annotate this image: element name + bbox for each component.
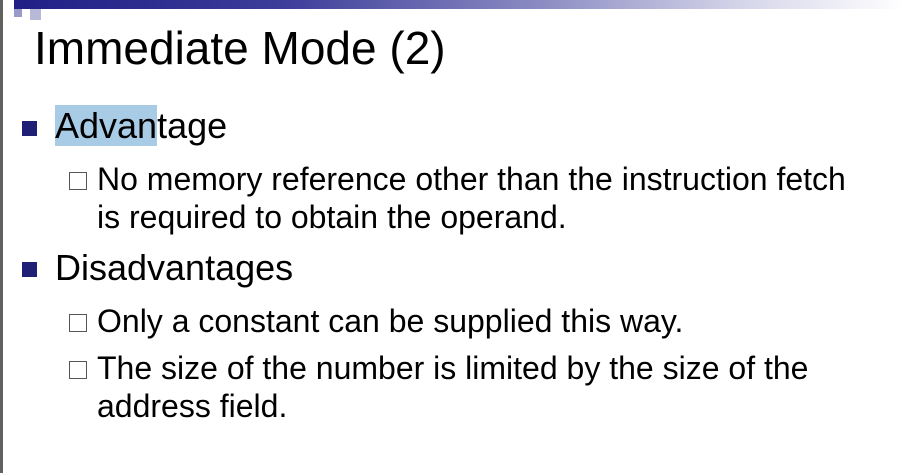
selected-text[interactable]: Advan — [55, 105, 158, 146]
bullet-label: Disadvantages — [55, 247, 294, 288]
subitem-text: No memory reference other than the instr… — [97, 161, 846, 235]
square-bullet-icon — [22, 262, 37, 277]
slide-left-edge — [0, 0, 3, 473]
square-bullet-icon — [22, 121, 37, 136]
hollow-square-bullet-icon — [69, 314, 87, 332]
bullet-label-rest: tage — [157, 105, 228, 146]
slide-title: Immediate Mode (2) — [34, 22, 446, 74]
hollow-square-bullet-icon — [69, 361, 87, 379]
subitem-text: Only a constant can be supplied this way… — [97, 303, 684, 339]
hollow-square-bullet-icon — [69, 172, 87, 190]
title-accent-bar — [14, 0, 904, 9]
accent-square — [14, 9, 22, 17]
subitem-text: The size of the number is limited by the… — [97, 350, 809, 424]
bullet-label: Advantage — [55, 105, 228, 146]
